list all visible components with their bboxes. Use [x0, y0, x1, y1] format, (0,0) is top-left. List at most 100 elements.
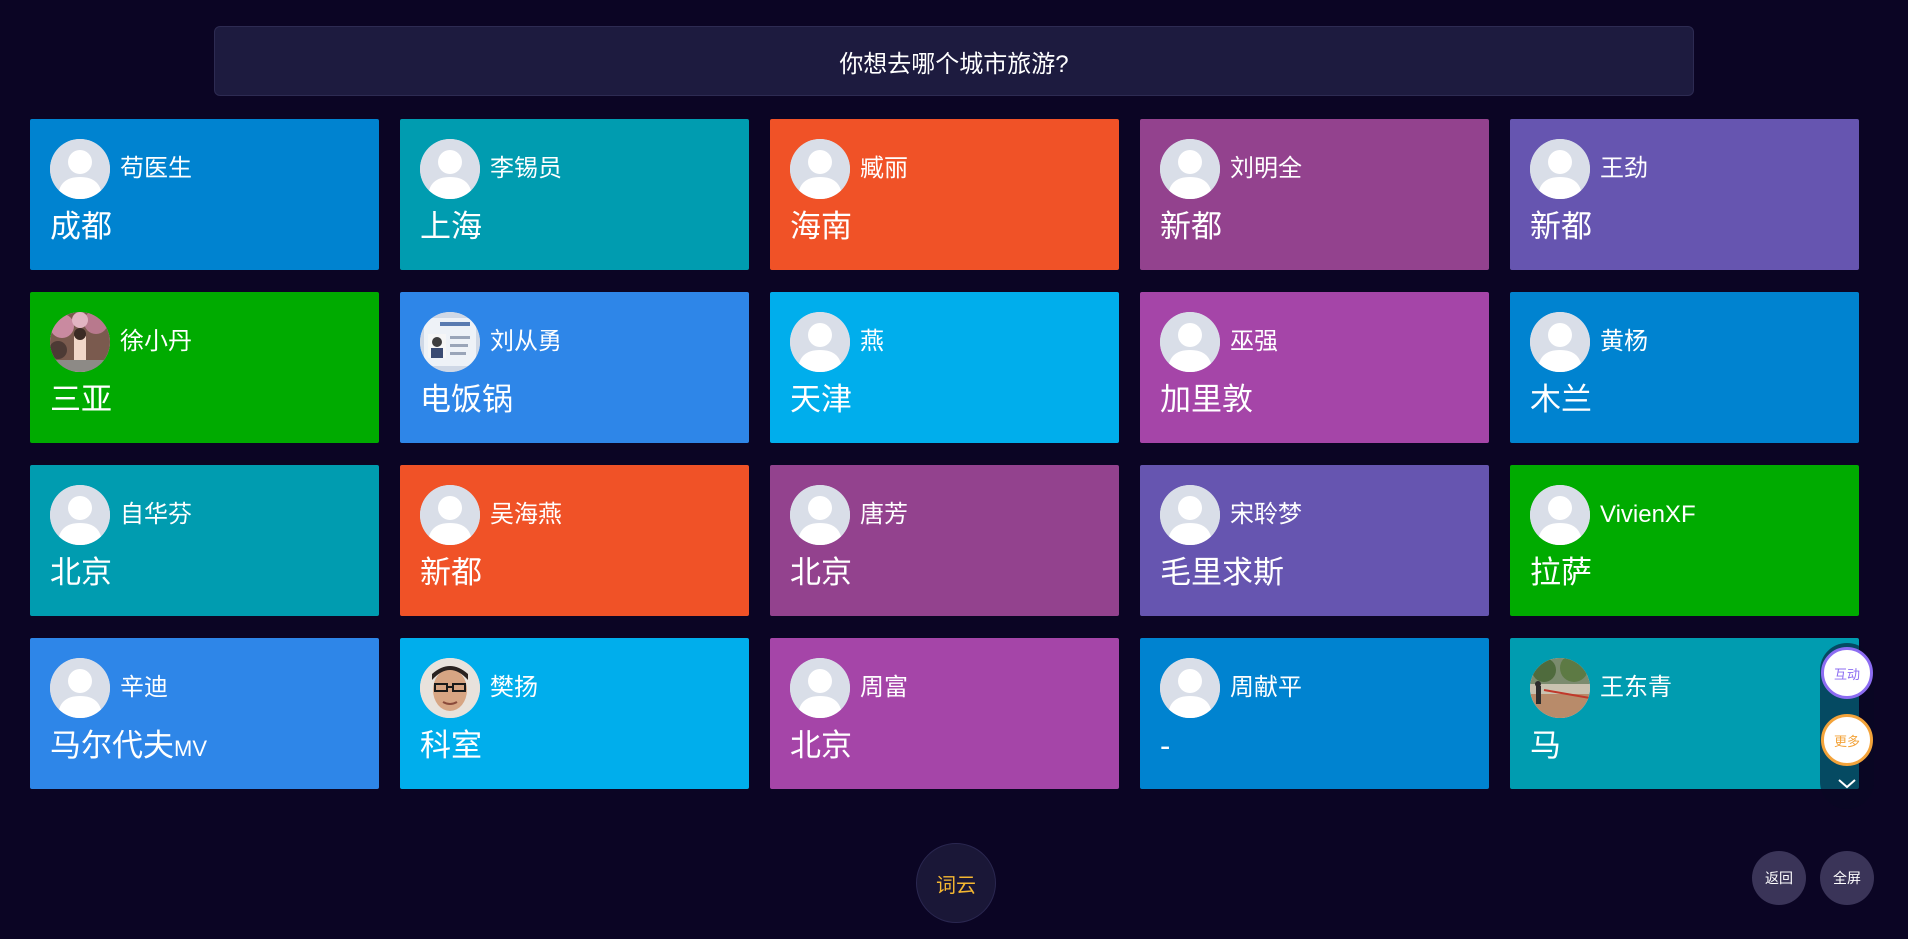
answer-text-row: 加里敦: [1160, 382, 1469, 417]
card-header: 樊扬: [420, 658, 729, 718]
answer-text: 北京: [790, 728, 852, 763]
card-header: 宋聆梦: [1160, 485, 1469, 545]
wordcloud-button[interactable]: 词云: [916, 843, 996, 923]
default-avatar-icon: [1530, 139, 1590, 199]
answer-text-row: 拉萨: [1530, 555, 1839, 590]
answer-text-row: 新都: [1530, 209, 1839, 244]
participant-name: 臧丽: [860, 155, 908, 182]
default-avatar-icon: [1160, 139, 1220, 199]
card-header: 臧丽: [790, 139, 1099, 199]
default-avatar-icon: [420, 139, 480, 199]
answer-card[interactable]: VivienXF 拉萨: [1510, 465, 1859, 616]
card-header: 周富: [790, 658, 1099, 718]
interact-button[interactable]: 互动: [1821, 647, 1873, 699]
answer-text: 三亚: [50, 382, 112, 417]
user-avatar: [420, 312, 480, 372]
card-header: 周献平: [1160, 658, 1469, 718]
participant-name: 唐芳: [860, 501, 908, 528]
answer-card[interactable]: 宋聆梦毛里求斯: [1140, 465, 1489, 616]
card-header: 黄杨: [1530, 312, 1839, 372]
card-header: 巫强: [1160, 312, 1469, 372]
answer-text-row: 科室: [420, 728, 729, 763]
answer-text-row: 北京: [50, 555, 359, 590]
answer-card[interactable]: 樊扬 科室: [400, 638, 749, 789]
answer-text: 北京: [50, 555, 112, 590]
answer-card[interactable]: 苟医生成都: [30, 119, 379, 270]
answer-text: 木兰: [1530, 382, 1592, 417]
card-header: 燕: [790, 312, 1099, 372]
default-avatar-icon: [50, 485, 110, 545]
answer-card[interactable]: 刘明全 新都: [1140, 119, 1489, 270]
answer-card[interactable]: 吴海燕 新都: [400, 465, 749, 616]
participant-name: 王东青: [1600, 674, 1672, 701]
participant-name: 王劲: [1600, 155, 1648, 182]
answer-card[interactable]: 王劲 新都: [1510, 119, 1859, 270]
user-avatar: [420, 658, 480, 718]
card-header: 王东青: [1530, 658, 1839, 718]
answer-text-row: 新都: [420, 555, 729, 590]
default-avatar-icon: [1530, 485, 1590, 545]
answer-text-row: 木兰: [1530, 382, 1839, 417]
default-avatar-icon: [1160, 658, 1220, 718]
card-header: 刘明全: [1160, 139, 1469, 199]
participant-name: 辛迪: [120, 674, 168, 701]
fullscreen-button[interactable]: 全屏: [1820, 851, 1874, 905]
participant-name: 刘从勇: [490, 328, 562, 355]
participant-name: 刘明全: [1230, 155, 1302, 182]
participant-name: 燕: [860, 328, 884, 355]
answer-text-row: 毛里求斯: [1160, 555, 1469, 590]
default-avatar-icon: [1160, 485, 1220, 545]
answer-card[interactable]: 黄杨 木兰: [1510, 292, 1859, 443]
answer-card[interactable]: 王东青马: [1510, 638, 1859, 789]
answer-card[interactable]: 自华芬 北京: [30, 465, 379, 616]
answer-card[interactable]: 唐芳 北京: [770, 465, 1119, 616]
participant-name: 周献平: [1230, 674, 1302, 701]
default-avatar-icon: [790, 139, 850, 199]
answer-card[interactable]: 周富 北京: [770, 638, 1119, 789]
answer-text-row: 天津: [790, 382, 1099, 417]
back-button[interactable]: 返回: [1752, 851, 1806, 905]
card-header: 李锡员: [420, 139, 729, 199]
answer-card[interactable]: 李锡员 上海: [400, 119, 749, 270]
answer-text: 拉萨: [1530, 555, 1592, 590]
participant-name: 周富: [860, 674, 908, 701]
participant-name: 苟医生: [120, 155, 192, 182]
card-header: 辛迪: [50, 658, 359, 718]
more-button[interactable]: 更多: [1821, 714, 1873, 766]
answer-text: 新都: [420, 555, 482, 590]
card-header: 王劲: [1530, 139, 1839, 199]
answer-card[interactable]: 周献平 -: [1140, 638, 1489, 789]
participant-name: 巫强: [1230, 328, 1278, 355]
answer-text: 加里敦: [1160, 382, 1253, 417]
participant-name: 黄杨: [1600, 328, 1648, 355]
chevron-down-icon[interactable]: [1835, 774, 1859, 794]
default-avatar-icon: [1160, 312, 1220, 372]
participant-name: 自华芬: [120, 501, 192, 528]
answer-text: 北京: [790, 555, 852, 590]
answer-grid: 苟医生 成都 李锡员 上海 臧丽 海南 刘明全 新都 王劲 新都 徐小丹 三亚 刘从勇 电饭锅燕天津 巫强加…: [30, 119, 1860, 789]
user-avatar: [1530, 658, 1590, 718]
answer-text: 马: [1530, 728, 1561, 763]
question-title: 你想去哪个城市旅游?: [214, 26, 1694, 96]
answer-text-row: 成都: [50, 209, 359, 244]
answer-text: 毛里求斯: [1160, 555, 1284, 590]
card-header: 徐小丹: [50, 312, 359, 372]
answer-card[interactable]: 巫强加里敦: [1140, 292, 1489, 443]
participant-name: VivienXF: [1600, 501, 1696, 528]
answer-card[interactable]: 辛迪马尔代夫MV: [30, 638, 379, 789]
answer-text: 新都: [1530, 209, 1592, 244]
answer-text: 天津: [790, 382, 852, 417]
answer-card[interactable]: 臧丽 海南: [770, 119, 1119, 270]
answer-text: 海南: [790, 209, 852, 244]
participant-name: 宋聆梦: [1230, 501, 1302, 528]
answer-card[interactable]: 徐小丹 三亚: [30, 292, 379, 443]
answer-card[interactable]: 刘从勇 电饭锅: [400, 292, 749, 443]
answer-card[interactable]: 燕天津: [770, 292, 1119, 443]
card-header: 自华芬: [50, 485, 359, 545]
answer-text: 上海: [420, 209, 482, 244]
default-avatar-icon: [790, 658, 850, 718]
answer-text-row: 马尔代夫MV: [50, 728, 359, 763]
card-header: 唐芳: [790, 485, 1099, 545]
wall-page: 你想去哪个城市旅游? 苟医生 成都 李锡员 上海 臧丽 海南 刘明全 新都 王劲 新都 徐小丹 三亚刘…: [0, 0, 1908, 939]
participant-name: 李锡员: [490, 155, 562, 182]
